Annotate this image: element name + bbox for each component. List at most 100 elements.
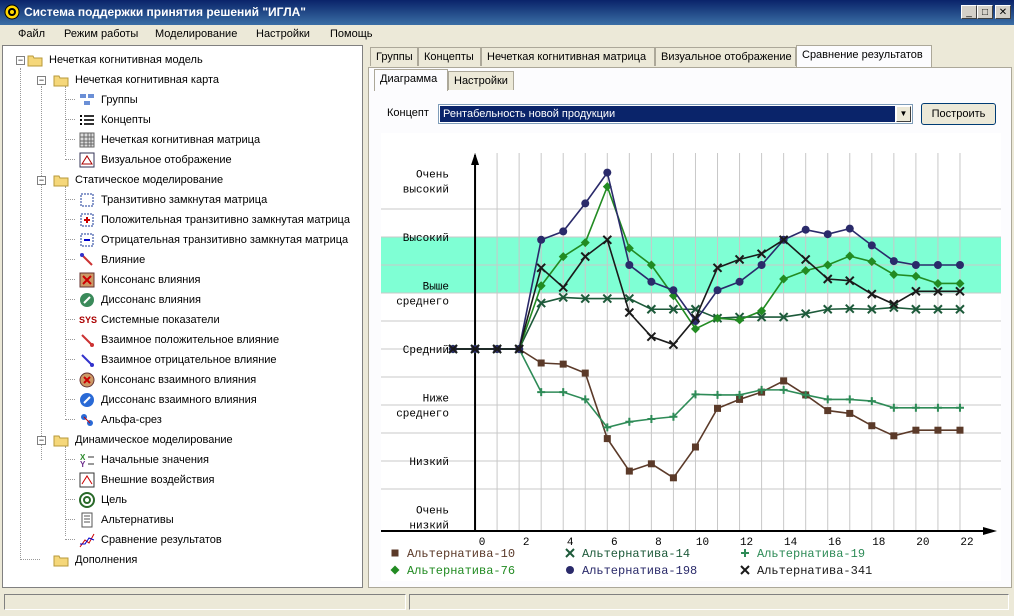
y-level-label: высокий	[403, 185, 449, 197]
tree-item-target[interactable]: Цель	[101, 491, 127, 509]
compare-results-icon	[79, 533, 95, 548]
data-point	[559, 360, 567, 368]
status-bar	[0, 590, 1014, 616]
data-point	[625, 261, 634, 269]
mutual-consonance-icon	[79, 372, 95, 388]
legend-label: Альтернатива-76	[407, 564, 515, 578]
data-point	[625, 417, 634, 426]
tree-item-external-impact[interactable]: Внешние воздействия	[101, 471, 214, 489]
external-impact-icon	[79, 472, 95, 488]
minimize-button[interactable]: _	[961, 5, 977, 19]
series-3	[449, 345, 964, 432]
tree-item-alternatives[interactable]: Альтернативы	[101, 511, 174, 529]
data-point	[912, 426, 920, 434]
data-point	[846, 409, 854, 417]
closed-matrix-icon	[80, 193, 94, 207]
menu-settings[interactable]: Настройки	[256, 28, 310, 40]
status-pane-right	[409, 594, 1009, 610]
data-point	[890, 432, 898, 440]
subtab-diagram[interactable]: Диаграмма	[374, 69, 448, 91]
tree-item-alpha-cut[interactable]: Альфа-срез	[101, 411, 162, 429]
svg-text:Y: Y	[80, 460, 86, 468]
y-axis-arrow	[471, 153, 480, 165]
data-point	[647, 277, 656, 286]
data-point	[691, 443, 699, 451]
data-point	[581, 199, 590, 208]
tab-compare-results[interactable]: Сравнение результатов	[796, 45, 932, 67]
concept-select[interactable]: Рентабельность новой продукции ▼	[438, 104, 913, 124]
matrix-icon	[79, 132, 95, 148]
tab-matrix[interactable]: Нечеткая когнитивная матрица	[481, 47, 655, 66]
chevron-down-icon[interactable]: ▼	[896, 106, 911, 122]
build-button[interactable]: Построить	[921, 103, 996, 125]
tree-group-dynamic[interactable]: Динамическое моделирование	[75, 431, 233, 449]
tab-visual[interactable]: Визуальное отображение	[655, 47, 796, 66]
y-level-label: среднего	[396, 297, 449, 309]
navigation-tree[interactable]: − Нечеткая когнитивная модель − Нечеткая…	[2, 45, 363, 588]
legend-label: Альтернатива-341	[757, 564, 872, 578]
tree-item-mutual-consonance[interactable]: Консонанс взаимного влияния	[101, 371, 256, 389]
x-axis-arrow	[983, 527, 997, 535]
subtab-settings[interactable]: Настройки	[448, 71, 514, 90]
consonance-icon	[79, 272, 95, 288]
x-tick-label: 10	[696, 537, 709, 549]
app-icon	[4, 4, 20, 20]
tree-item-sys[interactable]: Системные показатели	[101, 311, 220, 329]
data-point	[537, 388, 546, 397]
alpha-cut-icon	[81, 414, 93, 426]
tree-item-closed-matrix[interactable]: Транзитивно замкнутая матрица	[101, 191, 267, 209]
series-line	[453, 348, 960, 429]
tree-item-visual[interactable]: Визуальное отображение	[101, 151, 232, 169]
data-point	[956, 426, 964, 434]
tab-groups[interactable]: Группы	[370, 47, 418, 66]
data-point	[581, 369, 589, 377]
data-point	[757, 261, 766, 269]
x-tick-label: 20	[916, 537, 929, 549]
tree-item-consonance[interactable]: Консонанс влияния	[101, 271, 200, 289]
initial-values-icon: XY	[80, 453, 94, 468]
menu-modeling[interactable]: Моделирование	[155, 28, 237, 40]
collapse-group-icon[interactable]: −	[37, 436, 46, 445]
collapse-root-icon[interactable]: −	[16, 56, 25, 65]
y-level-label: Ниже	[423, 394, 449, 406]
menu-bar: Файл Режим работы Моделирование Настройк…	[0, 25, 1014, 45]
close-button[interactable]: ✕	[995, 5, 1011, 19]
legend-label: Альтернатива-19	[757, 547, 865, 561]
tree-root[interactable]: Нечеткая когнитивная модель	[49, 51, 203, 69]
tree-item-mutual-dissonance[interactable]: Диссонанс взаимного влияния	[101, 391, 257, 409]
target-icon	[79, 492, 95, 508]
tree-item-positive-matrix[interactable]: Положительная транзитивно замкнутая матр…	[101, 211, 350, 229]
tree-item-compare-results[interactable]: Сравнение результатов	[101, 531, 222, 549]
tree-group-map[interactable]: Нечеткая когнитивная карта	[75, 71, 219, 89]
graph-icon	[79, 152, 95, 168]
collapse-group-icon[interactable]: −	[37, 76, 46, 85]
data-point	[537, 359, 545, 367]
menu-help[interactable]: Помощь	[330, 28, 373, 40]
legend-label: Альтернатива-14	[582, 547, 690, 561]
maximize-button[interactable]: □	[977, 5, 993, 19]
tree-item-influence[interactable]: Влияние	[101, 251, 145, 269]
tree-item-matrix[interactable]: Нечеткая когнитивная матрица	[101, 131, 260, 149]
tree-group-extras[interactable]: Дополнения	[75, 551, 137, 569]
menu-mode[interactable]: Режим работы	[64, 28, 138, 40]
data-point	[779, 385, 788, 394]
tab-concepts[interactable]: Концепты	[418, 47, 481, 66]
tree-item-dissonance[interactable]: Диссонанс влияния	[101, 291, 201, 309]
tree-item-initial-values[interactable]: Начальные значения	[101, 451, 209, 469]
menu-file[interactable]: Файл	[18, 28, 45, 40]
tree-group-static[interactable]: Статическое моделирование	[75, 171, 223, 189]
legend-label: Альтернатива-198	[582, 564, 697, 578]
collapse-group-icon[interactable]: −	[37, 176, 46, 185]
tree-item-mutual-positive[interactable]: Взаимное положительное влияние	[101, 331, 279, 349]
data-point	[823, 230, 832, 239]
title-bar: Система поддержки принятия решений "ИГЛА…	[0, 0, 1014, 25]
data-point	[845, 224, 854, 233]
tree-item-mutual-negative[interactable]: Взаимное отрицательное влияние	[101, 351, 277, 369]
y-level-label: Высокий	[403, 233, 449, 245]
data-point	[780, 377, 788, 385]
tree-item-groups[interactable]: Группы	[101, 91, 138, 109]
folder-icon	[53, 175, 69, 187]
tree-item-negative-matrix[interactable]: Отрицательная транзитивно замкнутая матр…	[101, 231, 348, 249]
y-level-label: Низкий	[409, 457, 449, 469]
tree-item-concepts[interactable]: Концепты	[101, 111, 151, 129]
